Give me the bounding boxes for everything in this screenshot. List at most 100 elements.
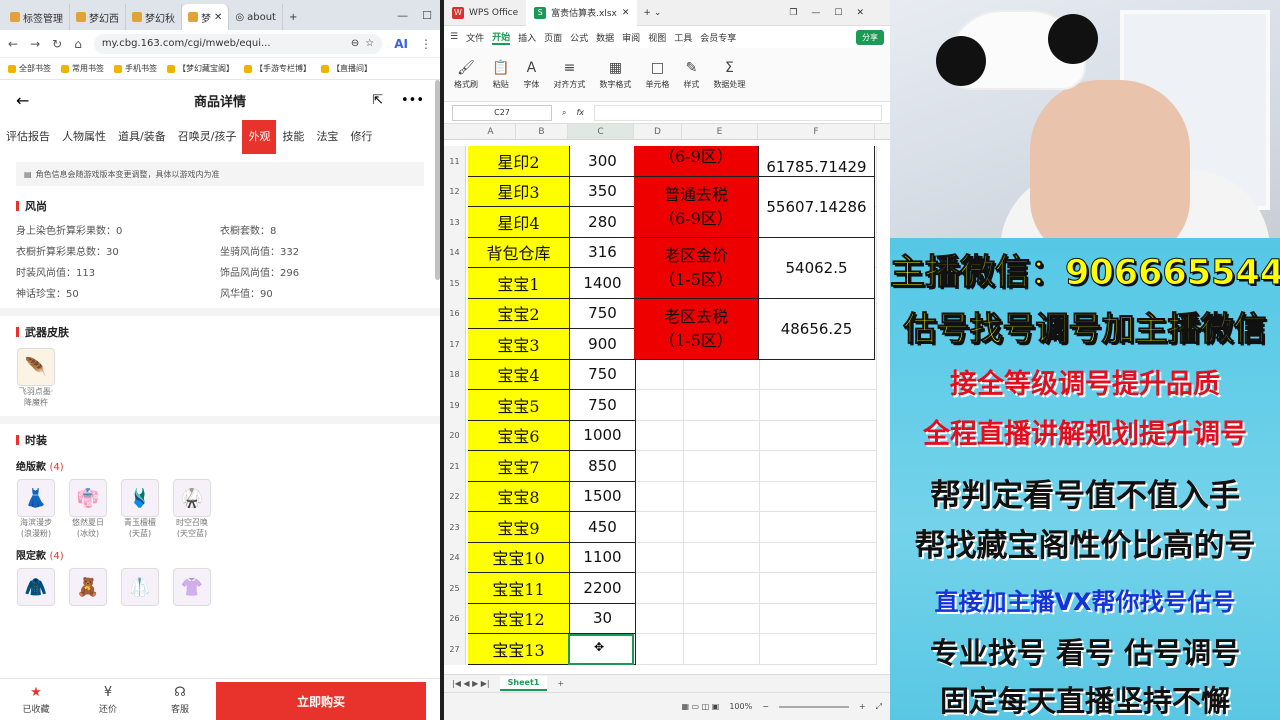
costume-item[interactable]: 👘 悠然夏日(冰纹): [68, 479, 108, 539]
empty-cell[interactable]: [760, 512, 877, 543]
sheet-nav-icon[interactable]: |◀ ◀ ▶ ▶|: [452, 679, 490, 688]
weapon-skin-item[interactable]: 🪶 飞羽点墨·降魔杵: [16, 348, 56, 408]
price-cell[interactable]: 300: [570, 146, 636, 177]
row-number[interactable]: 22: [444, 481, 466, 512]
url-bar[interactable]: my.cbg.163.com/cgi/mweb/equi... ⊖ ☆: [93, 33, 383, 54]
price-cell[interactable]: 1400: [570, 268, 636, 299]
menu-icon[interactable]: ⋮: [420, 37, 432, 51]
price-cell[interactable]: 1000: [570, 420, 636, 451]
zoom-icon[interactable]: ⊖: [351, 38, 359, 49]
bookmark-item[interactable]: 常用书签: [61, 63, 104, 74]
zoom-out-icon[interactable]: −: [762, 702, 769, 711]
costume-item[interactable]: 👗 海滨漫步(浪漫粉): [16, 479, 56, 539]
row-number[interactable]: 17: [444, 329, 466, 360]
row-number[interactable]: 12: [444, 176, 466, 207]
item-cell[interactable]: 宝宝11: [468, 573, 570, 604]
row-number[interactable]: 16: [444, 298, 466, 329]
col-header[interactable]: C: [568, 124, 634, 139]
row-number[interactable]: 23: [444, 512, 466, 543]
fx-label[interactable]: fx: [576, 108, 584, 117]
row-number[interactable]: 19: [444, 390, 466, 421]
price-cell[interactable]: 280: [570, 207, 636, 238]
browser-tab[interactable]: 梦幻秋: [126, 4, 182, 30]
row-number[interactable]: 26: [444, 603, 466, 634]
style-button[interactable]: ✎ 样式: [683, 60, 699, 90]
row-number[interactable]: 14: [444, 237, 466, 268]
empty-cell[interactable]: [760, 390, 877, 421]
reload-icon[interactable]: ↻: [52, 37, 62, 51]
empty-cell[interactable]: [684, 634, 760, 665]
bookmark-item[interactable]: 【梦幻藏宝阁】: [167, 63, 234, 74]
new-tab-button[interactable]: +: [283, 4, 303, 30]
item-cell[interactable]: 星印4: [468, 207, 570, 238]
font-button[interactable]: A 字体: [523, 60, 539, 90]
empty-cell[interactable]: [684, 603, 760, 634]
menu-formula[interactable]: 公式: [570, 31, 588, 44]
row-number[interactable]: 27: [444, 634, 466, 665]
item-cell[interactable]: 宝宝9: [468, 512, 570, 543]
file-tab[interactable]: S 富贵估算表.xlsx ✕: [526, 0, 638, 26]
row-number[interactable]: 18: [444, 359, 466, 390]
zoom-slider[interactable]: [778, 705, 849, 708]
bookmark-item[interactable]: 【直播间】: [321, 63, 372, 74]
costume-item[interactable]: 🧥: [16, 568, 56, 606]
item-cell[interactable]: 宝宝6: [468, 420, 570, 451]
region-price-cell[interactable]: 老区去税 （1-5区）: [634, 298, 758, 360]
forward-arrow-icon[interactable]: →: [30, 37, 40, 51]
share-button[interactable]: 分享: [856, 29, 884, 45]
menu-insert[interactable]: 插入: [518, 31, 536, 44]
close-tab-icon[interactable]: ✕: [214, 12, 222, 23]
data-process-button[interactable]: Σ 数据处理: [713, 60, 745, 90]
close-tab-icon[interactable]: ✕: [622, 8, 630, 18]
item-cell[interactable]: 宝宝5: [468, 390, 570, 421]
menu-data[interactable]: 数据: [596, 31, 614, 44]
buy-now-button[interactable]: 立即购买: [216, 682, 426, 720]
tab-character[interactable]: 人物属性: [56, 120, 112, 154]
menu-page[interactable]: 页面: [544, 31, 562, 44]
menu-file[interactable]: 文件: [466, 31, 484, 44]
gold-rate-cell[interactable]: 48656.25: [758, 298, 875, 360]
costume-item[interactable]: 👚: [172, 568, 212, 606]
col-header[interactable]: F: [758, 124, 875, 139]
price-cell[interactable]: 1100: [570, 542, 636, 573]
empty-cell[interactable]: [684, 451, 760, 482]
row-number[interactable]: 11: [444, 146, 466, 177]
bookmark-item[interactable]: 【手游专栏博】: [244, 63, 311, 74]
empty-cell[interactable]: [636, 512, 684, 543]
costume-item[interactable]: 🥼: [120, 568, 160, 606]
number-format-button[interactable]: ▦ 数字格式: [599, 60, 631, 90]
price-cell[interactable]: 2200: [570, 573, 636, 604]
region-price-cell[interactable]: （6-9区）: [634, 146, 758, 177]
costume-item[interactable]: 🧸: [68, 568, 108, 606]
empty-cell[interactable]: [636, 603, 684, 634]
empty-cell[interactable]: [684, 390, 760, 421]
item-cell[interactable]: 星印2: [468, 146, 570, 177]
paste-button[interactable]: 📋 粘贴: [492, 60, 509, 90]
browser-tab[interactable]: 标签管理: [4, 4, 70, 30]
price-cell[interactable]: 350: [570, 176, 636, 207]
col-header[interactable]: A: [466, 124, 516, 139]
bookmark-item[interactable]: 手机书签: [114, 63, 157, 74]
empty-cell[interactable]: [636, 420, 684, 451]
item-cell[interactable]: 背包仓库: [468, 237, 570, 268]
empty-cell[interactable]: [684, 573, 760, 604]
zoom-icon[interactable]: ⌕: [562, 108, 566, 118]
menu-tools[interactable]: 工具: [674, 31, 692, 44]
sheet-tab[interactable]: Sheet1: [499, 676, 548, 691]
empty-cell[interactable]: [684, 512, 760, 543]
maximize-icon[interactable]: ☐: [422, 9, 432, 22]
empty-cell[interactable]: [636, 634, 684, 665]
browser-tab-active[interactable]: 梦 ✕: [182, 4, 230, 30]
tab-appearance[interactable]: 外观: [242, 120, 277, 154]
gold-rate-cell[interactable]: 54062.5: [758, 237, 875, 299]
price-cell[interactable]: 750: [570, 359, 636, 390]
gold-rate-cell[interactable]: 55607.14286: [758, 176, 875, 238]
empty-cell[interactable]: [636, 451, 684, 482]
item-cell[interactable]: 宝宝4: [468, 359, 570, 390]
price-cell[interactable]: 750: [570, 298, 636, 329]
empty-cell[interactable]: [636, 573, 684, 604]
tab-summon[interactable]: 召唤灵/孩子: [172, 120, 243, 154]
price-cell[interactable]: 850: [570, 451, 636, 482]
favorite-button[interactable]: ★ 已收藏: [0, 679, 72, 720]
price-cell[interactable]: 450: [570, 512, 636, 543]
